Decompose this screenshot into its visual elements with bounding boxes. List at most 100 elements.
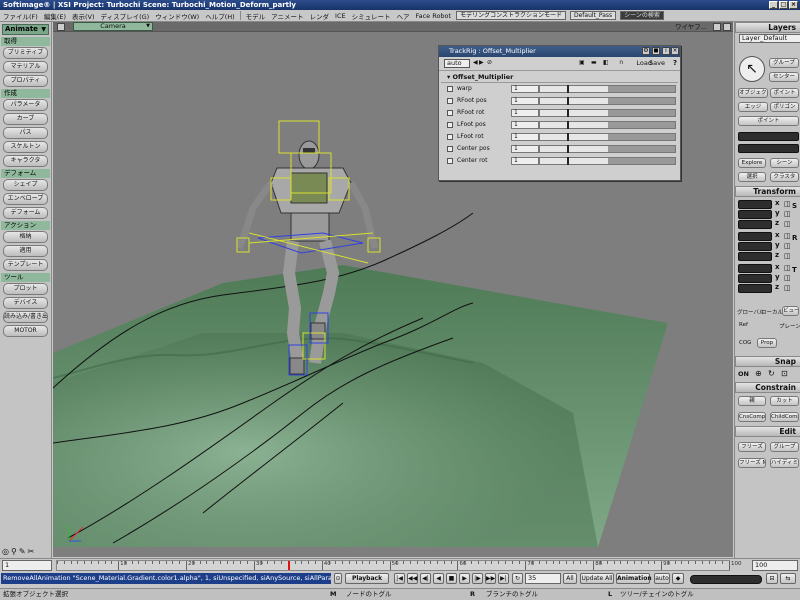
cnscomp-button[interactable]: CnsComp	[738, 412, 766, 422]
left-panel-button[interactable]: プリミティブ	[3, 47, 48, 59]
construction-mode-select[interactable]: モデリングコンストラクションモード	[456, 11, 566, 20]
prev-arrow-icon[interactable]: ◀	[473, 59, 478, 66]
explore-button[interactable]: Explore	[738, 158, 766, 168]
group-select-button[interactable]: グループ	[769, 58, 799, 68]
axis-label[interactable]: x	[775, 231, 780, 239]
left-panel-button[interactable]: プロパティ	[3, 75, 48, 87]
left-panel-button[interactable]: カーブ	[3, 113, 48, 125]
transform-value-field[interactable]	[738, 200, 772, 209]
left-panel-button[interactable]: パラメータ	[3, 99, 48, 111]
left-panel-button[interactable]: プロット	[3, 283, 48, 295]
parameter-slider[interactable]	[539, 145, 676, 153]
help-button[interactable]: ?	[673, 59, 677, 67]
viewport-menu-icon[interactable]	[57, 23, 65, 31]
parameter-value-field[interactable]: 1	[511, 85, 539, 93]
clusters-button[interactable]: クラスタ	[770, 172, 799, 182]
axis-label[interactable]: y	[775, 209, 780, 217]
left-panel-button[interactable]: シェイプ	[3, 179, 48, 191]
stop-icon[interactable]: ■	[446, 573, 457, 584]
prop-button[interactable]: Prop	[757, 338, 777, 348]
parent-button[interactable]: 親	[738, 396, 766, 406]
close-button[interactable]: ×	[789, 1, 798, 9]
axis-toggle-icon[interactable]: ◫	[784, 264, 791, 272]
global-view-icon[interactable]: ◎	[2, 547, 9, 556]
current-frame-field[interactable]: 35	[525, 573, 561, 584]
left-panel-button[interactable]: デバイス	[3, 297, 48, 309]
transform-header[interactable]: Transform	[735, 186, 800, 197]
mode-select[interactable]: Animate	[2, 24, 49, 35]
camera-select[interactable]: Camera	[73, 22, 153, 31]
snap-header[interactable]: Snap	[735, 356, 800, 367]
selection-button[interactable]: 選択	[738, 172, 766, 182]
childcomp-button[interactable]: ChildComp	[770, 412, 799, 422]
axis-label[interactable]: x	[775, 263, 780, 271]
preset-icon[interactable]: ▣	[579, 59, 585, 66]
offset-multiplier-group[interactable]: ▾ Offset_Multiplier	[441, 73, 678, 83]
minimize-button[interactable]: _	[769, 1, 778, 9]
axis-label[interactable]: z	[775, 251, 779, 259]
select-tool-arrow-icon[interactable]: ↖	[739, 56, 765, 82]
left-panel-button[interactable]: 読み込み/書き出し	[3, 311, 48, 323]
parameter-value-field[interactable]: 1	[511, 121, 539, 129]
transform-value-field[interactable]	[738, 264, 772, 273]
close-icon[interactable]: ×	[671, 47, 679, 55]
left-panel-button[interactable]: 格納	[3, 231, 48, 243]
constrain-header[interactable]: Constrain	[735, 382, 800, 393]
lock-icon[interactable]: ⚙	[642, 47, 650, 55]
group-button[interactable]: グループ	[770, 442, 799, 452]
snap-rotate-icon[interactable]: ↻	[768, 369, 775, 378]
selection-field[interactable]	[738, 132, 799, 141]
axis-toggle-icon[interactable]: ◫	[784, 232, 791, 240]
animation-checkbox[interactable]	[447, 158, 453, 164]
menu-file[interactable]: ファイル(F)	[0, 11, 41, 21]
left-panel-button[interactable]: テンプレート	[3, 259, 48, 271]
refresh-icon[interactable]: ◼	[652, 47, 660, 55]
scrub-icon[interactable]: ⇆	[780, 573, 796, 584]
transform-type-label[interactable]: R	[792, 234, 797, 242]
scene-search-input[interactable]: シーンの検索	[620, 11, 664, 20]
parameter-slider[interactable]	[539, 85, 676, 93]
immediate-button[interactable]: ハイディミット	[770, 458, 799, 468]
animation-field[interactable]	[690, 575, 762, 584]
animation-checkbox[interactable]	[447, 146, 453, 152]
transform-value-field[interactable]	[738, 232, 772, 241]
animation-menu[interactable]: Animation	[616, 573, 652, 584]
link-icon[interactable]: ⚲	[11, 547, 17, 556]
update-all-button[interactable]: Update All	[580, 573, 614, 584]
next-key-icon[interactable]: ▶▶	[485, 573, 496, 584]
transform-value-field[interactable]	[738, 252, 772, 261]
center-select-button[interactable]: センター	[769, 72, 799, 82]
play-forward-icon[interactable]: ▶	[459, 573, 470, 584]
selection-field[interactable]	[738, 144, 799, 153]
maximize-button[interactable]: □	[779, 1, 788, 9]
left-panel-button[interactable]: エンベロープ	[3, 193, 48, 205]
slider-handle[interactable]	[567, 133, 569, 141]
info-icon[interactable]: i	[662, 47, 670, 55]
freeze-m-button[interactable]: フリーズ M	[738, 458, 766, 468]
snap-point-icon[interactable]: ⊡	[781, 369, 788, 378]
left-panel-section-header[interactable]: 作成	[1, 89, 50, 98]
left-panel-section-header[interactable]: 取得	[1, 37, 50, 46]
menu-render[interactable]: レンダ	[307, 11, 333, 21]
snap-grid-icon[interactable]: ⊕	[755, 369, 762, 378]
transform-value-field[interactable]	[738, 274, 772, 283]
first-frame-icon[interactable]: |◀	[394, 573, 405, 584]
next-arrow-icon[interactable]: ▶	[479, 59, 484, 66]
edit-header[interactable]: Edit	[735, 426, 800, 437]
left-panel-button[interactable]: キャラクタ	[3, 155, 48, 167]
view-space-button[interactable]: ビュー	[782, 306, 799, 316]
link-icon[interactable]: ⊘	[487, 59, 492, 66]
axis-toggle-icon[interactable]: ◫	[784, 274, 791, 282]
axis-label[interactable]: y	[775, 241, 780, 249]
axis-toggle-icon[interactable]: ◫	[784, 220, 791, 228]
left-panel-button[interactable]: MOTOR	[3, 325, 48, 337]
viewport-options-icon[interactable]	[713, 23, 721, 31]
left-panel-button[interactable]: デフォーム	[3, 207, 48, 219]
current-frame-marker[interactable]	[287, 561, 290, 570]
menu-animate[interactable]: アニメート	[268, 11, 306, 21]
left-panel-section-header[interactable]: アクション	[1, 221, 50, 230]
left-panel-button[interactable]: マテリアル	[3, 61, 48, 73]
left-panel-button[interactable]: 適用	[3, 245, 48, 257]
animation-icon[interactable]: ◧	[603, 59, 609, 66]
all-button[interactable]: All	[563, 573, 577, 584]
